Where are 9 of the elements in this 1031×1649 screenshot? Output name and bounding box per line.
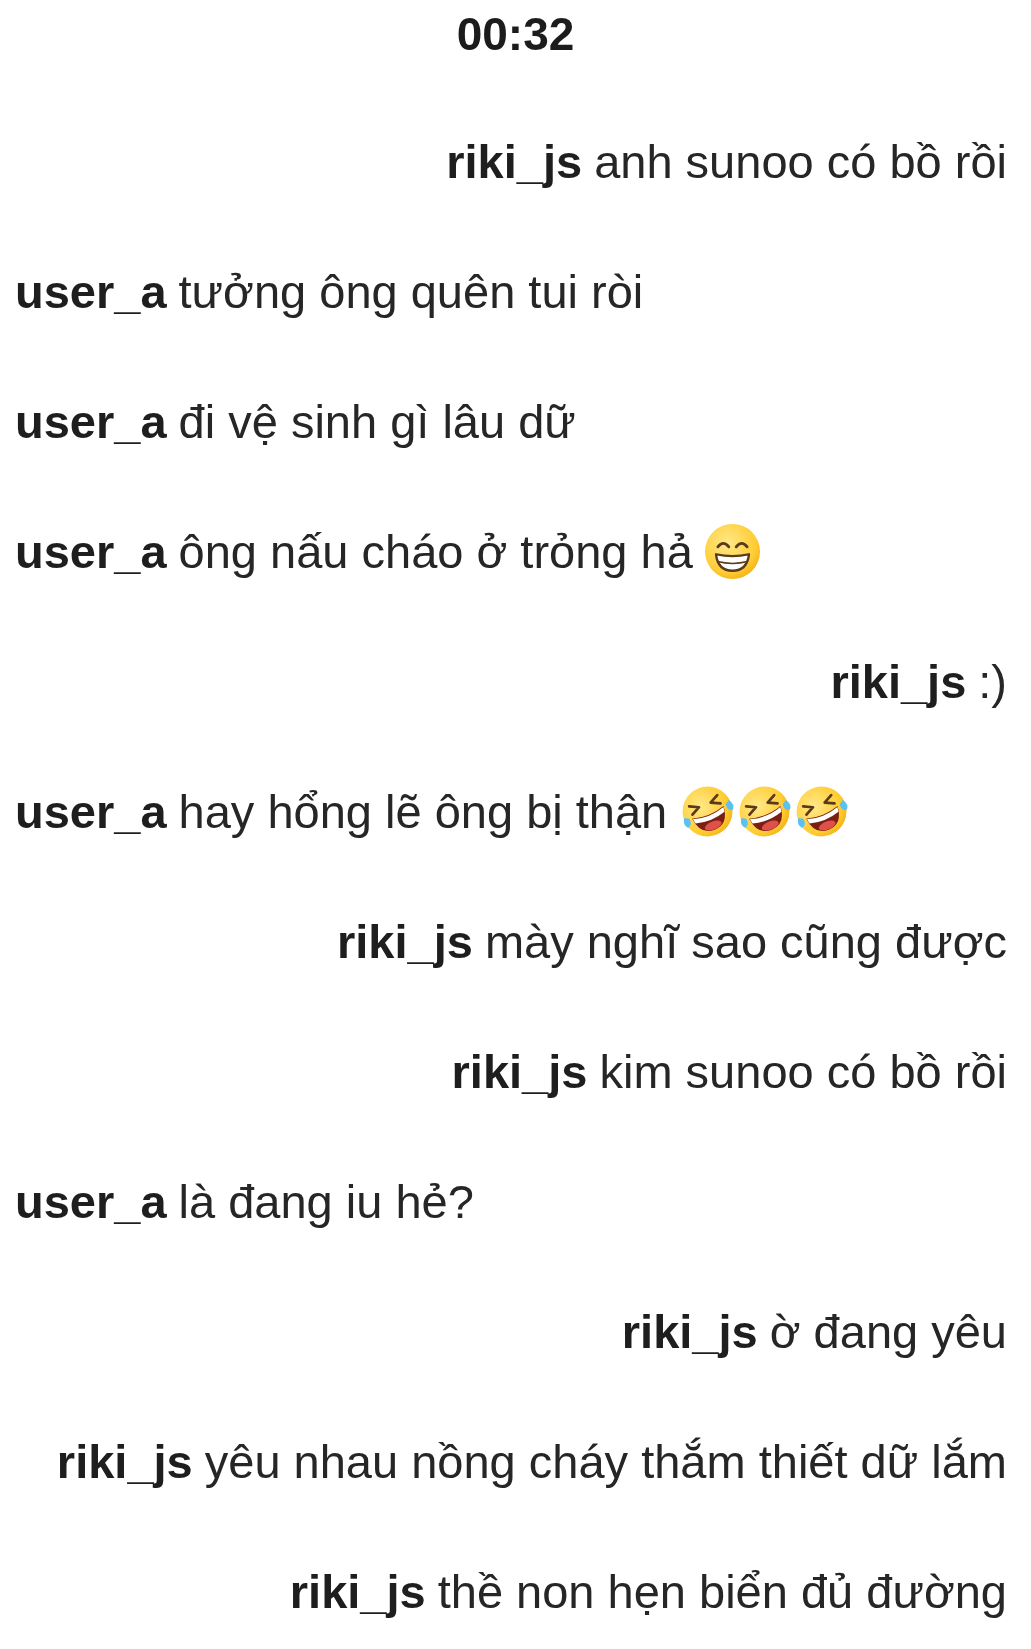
- message-text: anh sunoo có bồ rồi: [594, 137, 1007, 185]
- sender-name: user_a: [15, 397, 167, 445]
- grinning-face-icon: [704, 523, 760, 579]
- timestamp: 00:32: [456, 11, 575, 57]
- message-text: kim sunoo có bồ rồi: [599, 1047, 1007, 1095]
- sender-name: user_a: [15, 267, 167, 315]
- sender-name: user_a: [15, 1177, 167, 1225]
- sender-name: user_a: [15, 527, 167, 575]
- sender-name: user_a: [15, 787, 167, 835]
